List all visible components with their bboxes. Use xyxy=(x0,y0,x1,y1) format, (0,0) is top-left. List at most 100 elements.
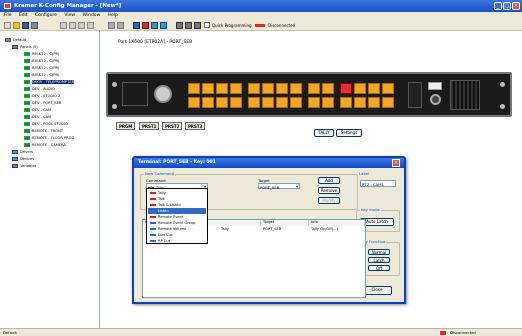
panel-key[interactable] xyxy=(354,83,366,94)
key-function-latch[interactable]: Latch xyxy=(368,257,390,263)
tree-item-drivers[interactable]: Drivers xyxy=(12,149,33,155)
tree-item-panel[interactable]: DEV - POOL STUDIO xyxy=(24,121,68,127)
modify-button[interactable]: Modify xyxy=(318,197,340,204)
tree-item-variables[interactable]: Variables xyxy=(12,163,36,169)
menu-help[interactable]: Help xyxy=(108,13,118,18)
tree-item-panel[interactable]: DEV - PORT_SEB xyxy=(24,100,61,106)
cut-icon[interactable] xyxy=(60,22,67,29)
panel-key[interactable] xyxy=(216,83,228,94)
panel-key[interactable] xyxy=(188,83,200,94)
panel-key[interactable] xyxy=(308,97,320,108)
panel-key-active[interactable] xyxy=(340,83,352,94)
panel-key[interactable] xyxy=(368,97,380,108)
panel-key[interactable] xyxy=(262,83,274,94)
tally-button[interactable]: TALLY xyxy=(314,129,334,137)
disconnect-icon[interactable] xyxy=(142,22,149,29)
redo-icon[interactable] xyxy=(117,22,124,29)
tree-item-panel[interactable]: RM-K22 - C(PR) xyxy=(24,65,59,71)
panel-key[interactable] xyxy=(382,97,394,108)
grid-icon[interactable] xyxy=(176,22,183,29)
maximize-button[interactable]: □ xyxy=(503,2,511,10)
target-select[interactable]: PORT_SEB ▾ xyxy=(258,183,300,190)
label-input[interactable]: PTZ - CAM1 xyxy=(360,180,396,187)
dialog-close-button[interactable]: × xyxy=(392,159,400,167)
led-indicator-column xyxy=(408,82,422,108)
tab-prgm[interactable]: PRGM xyxy=(116,122,136,130)
panel-key[interactable] xyxy=(248,83,260,94)
connect-icon[interactable] xyxy=(133,22,140,29)
tree-item-panel[interactable]: DEV - CAM xyxy=(24,107,51,113)
tree-item-panel[interactable]: RM-K22 - C(PR) xyxy=(24,51,59,57)
add-button[interactable]: Add xyxy=(318,177,340,184)
tree-item-panel[interactable]: RM-K22 - C(PR) xyxy=(24,58,59,64)
panel-key[interactable] xyxy=(202,83,214,94)
panel-key[interactable] xyxy=(308,83,320,94)
list-icon[interactable] xyxy=(185,22,192,29)
save-icon[interactable] xyxy=(22,22,29,29)
panel-key[interactable] xyxy=(368,83,380,94)
panel-key[interactable] xyxy=(340,97,352,108)
panel-key[interactable] xyxy=(276,97,288,108)
panel-icon xyxy=(24,52,30,56)
grid-header-info[interactable]: Info xyxy=(309,220,365,226)
panel-key[interactable] xyxy=(202,97,214,108)
tree-item-panels[interactable]: Panels (5) xyxy=(12,44,38,50)
rack-screw-icon xyxy=(112,82,117,87)
open-icon[interactable] xyxy=(13,22,20,29)
panel-key[interactable] xyxy=(322,97,334,108)
menu-configure[interactable]: Configure xyxy=(35,13,57,18)
key-function-off[interactable]: Off xyxy=(368,265,390,271)
key-function-normal[interactable]: Normal xyxy=(368,249,390,255)
tree-item-panel[interactable]: DEV - CAM xyxy=(24,114,51,120)
tree-root[interactable]: Default xyxy=(5,37,26,43)
panel-icon xyxy=(24,129,30,133)
panel-key[interactable] xyxy=(216,97,228,108)
tree-item-panel-selected[interactable]: DSCR - TELEPROMPTER xyxy=(24,79,75,85)
panel-key[interactable] xyxy=(248,97,260,108)
panel-key[interactable] xyxy=(290,83,302,94)
dropdown-option[interactable]: RP Cut xyxy=(148,238,206,244)
close-button[interactable]: × xyxy=(512,2,520,10)
paste-icon[interactable] xyxy=(78,22,85,29)
tab-prst1[interactable]: PRST1 xyxy=(139,122,160,130)
volume-knob-icon[interactable] xyxy=(430,94,441,105)
tab-prst3[interactable]: PRST3 xyxy=(185,122,206,130)
delete-icon[interactable] xyxy=(87,22,94,29)
tree-item-panel[interactable]: REMOTE - FLOOR PROD xyxy=(24,135,74,141)
settings-button[interactable]: Settings xyxy=(336,129,362,137)
grid-header-target[interactable]: Target xyxy=(261,220,309,226)
panel-icon xyxy=(24,108,30,112)
tree-item-panel[interactable]: DEV - STUDIO 2 xyxy=(24,93,60,99)
print-icon[interactable] xyxy=(31,22,38,29)
panel-key[interactable] xyxy=(382,83,394,94)
close-dialog-button[interactable]: Close xyxy=(362,286,392,295)
tab-prst2[interactable]: PRST2 xyxy=(162,122,183,130)
panel-key[interactable] xyxy=(354,97,366,108)
panel-key[interactable] xyxy=(276,83,288,94)
menu-edit[interactable]: Edit xyxy=(19,13,28,18)
panel-key[interactable] xyxy=(188,97,200,108)
tree-item-panel[interactable]: RM-K22 - C(PR) xyxy=(24,72,59,78)
quick-programming-checkbox[interactable] xyxy=(204,22,210,28)
undo-icon[interactable] xyxy=(108,22,115,29)
new-icon[interactable] xyxy=(4,22,11,29)
upload-icon[interactable] xyxy=(151,22,158,29)
table-cell: Tally xyxy=(221,227,229,231)
tree-item-panel[interactable]: DEV - AUDIO xyxy=(24,86,55,92)
tree-item-panel[interactable]: REMOTE - CAMERA xyxy=(24,142,66,148)
speaker-icon[interactable] xyxy=(194,22,201,29)
download-icon[interactable] xyxy=(160,22,167,29)
panel-key[interactable] xyxy=(290,97,302,108)
copy-icon[interactable] xyxy=(69,22,76,29)
panel-key[interactable] xyxy=(230,83,242,94)
menu-window[interactable]: Window xyxy=(83,13,101,18)
panel-key[interactable] xyxy=(322,83,334,94)
minimize-button[interactable]: _ xyxy=(494,2,502,10)
menu-file[interactable]: File xyxy=(4,13,12,18)
menu-view[interactable]: View xyxy=(64,13,75,18)
panel-key[interactable] xyxy=(230,97,242,108)
tree-item-panel[interactable]: REMOTE - FRONT xyxy=(24,128,63,134)
panel-key[interactable] xyxy=(262,97,274,108)
remove-button[interactable]: Remove xyxy=(318,187,340,194)
tree-item-devices[interactable]: Devices xyxy=(12,156,34,162)
